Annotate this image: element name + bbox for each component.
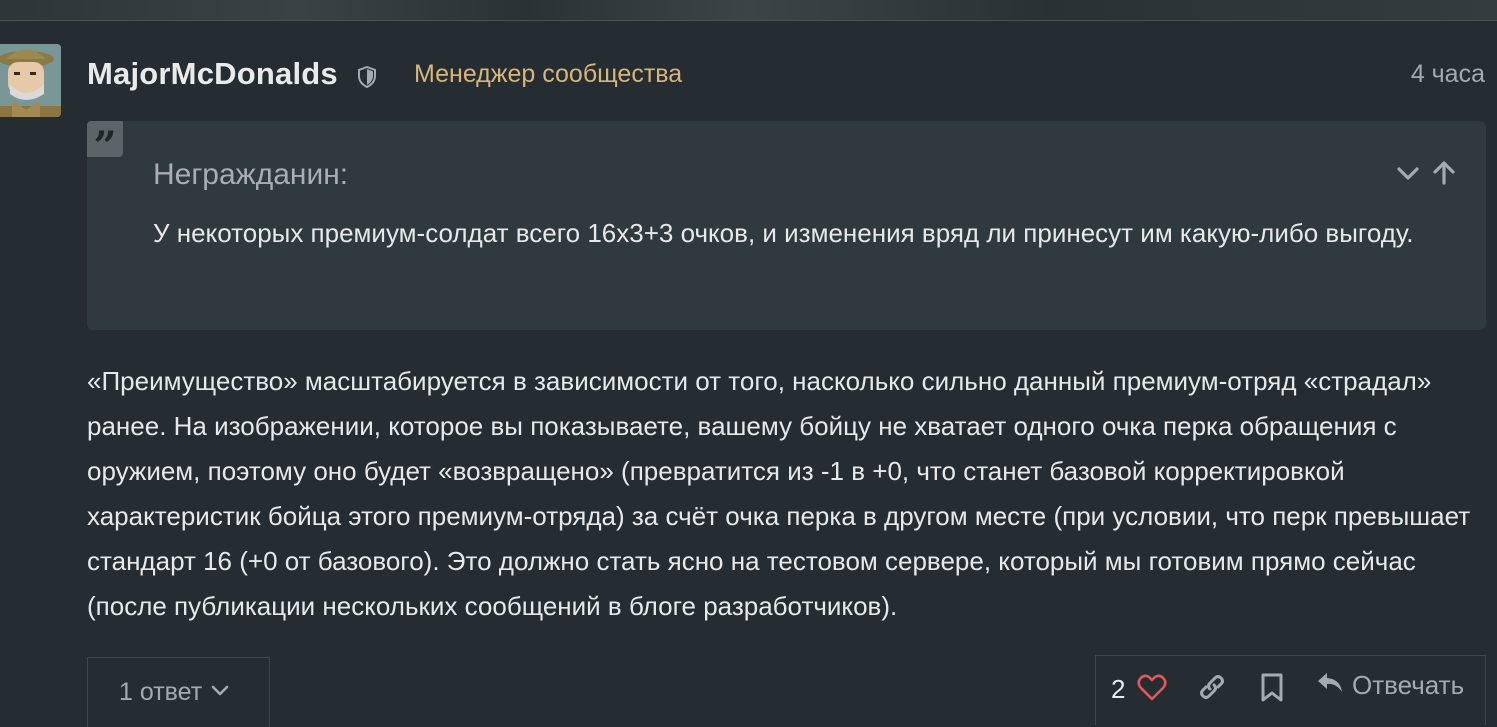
arrow-up-icon[interactable] (1430, 159, 1458, 187)
post-body: «Преимущество» масштабируется в зависимо… (87, 366, 1471, 621)
quote-text: У некоторых премиум-солдат всего 16x3+3 … (153, 218, 1414, 248)
quote-block: ” Негражданин: У некоторых премиум-солда… (87, 121, 1486, 330)
bookmark-icon[interactable] (1260, 673, 1284, 708)
replies-toggle-button[interactable]: 1 ответ (87, 657, 270, 727)
chevron-down-icon (210, 678, 230, 707)
quote-author[interactable]: Негражданин: (153, 158, 348, 192)
quote-controls (1394, 159, 1458, 187)
shield-icon (357, 65, 377, 89)
top-strip (0, 0, 1497, 21)
avatar[interactable] (0, 44, 61, 117)
post-actions: 2 Отвечать (1095, 655, 1486, 725)
heart-icon[interactable] (1137, 674, 1167, 707)
reply-button[interactable]: Отвечать (1316, 670, 1464, 701)
author-name[interactable]: MajorMcDonalds (87, 56, 338, 92)
quote-icon: ” (87, 121, 123, 157)
chevron-down-icon[interactable] (1394, 159, 1422, 187)
post-time[interactable]: 4 часа (1411, 60, 1485, 89)
like-count: 2 (1111, 674, 1126, 704)
link-icon[interactable] (1197, 672, 1227, 707)
reply-label: Отвечать (1352, 670, 1465, 700)
reply-icon (1316, 670, 1344, 701)
role-badge: Менеджер сообщества (414, 60, 683, 88)
replies-count-label: 1 ответ (119, 678, 203, 706)
